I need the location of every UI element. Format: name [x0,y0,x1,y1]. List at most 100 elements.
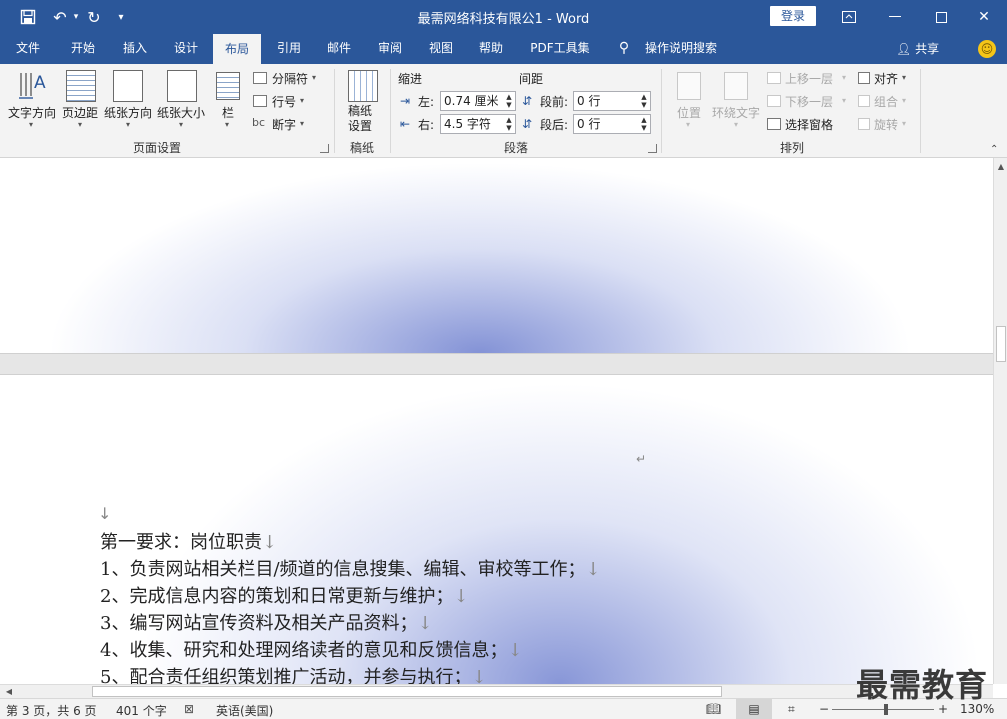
spacing-before-input[interactable]: 0 行 ▲ ▼ [573,91,651,111]
document-line[interactable]: 2、完成信息内容的策划和日常更新与维护；↓ [100,582,469,608]
wrap-text-icon [724,72,748,100]
chevron-down-icon: ▾ [300,96,305,105]
chevron-down-icon: ▾ [78,120,83,129]
tab-insert[interactable]: 插入 [112,34,158,64]
manuscript-group-label: 稿纸 [349,141,374,155]
word-count[interactable]: 401 个字 [116,702,167,719]
group-separator [661,69,662,153]
line-text: 第一要求：岗位职责 [100,532,262,553]
tell-me-search[interactable]: 操作说明搜索 [638,34,724,64]
tab-layout[interactable]: 布局 [213,34,261,64]
document-line[interactable]: 4、收集、研究和处理网络读者的意见和反馈信息；↓ [100,636,523,662]
line-numbers-icon [253,95,267,107]
line-break-mark: ↓ [417,613,433,634]
page-setup-launcher-icon[interactable] [320,144,329,153]
hyphenation-label: 断字 [272,118,297,132]
scroll-left-icon[interactable]: ◀ [2,685,16,699]
chevron-down-icon: ▾ [126,120,131,129]
maximize-icon[interactable] [918,0,964,34]
spacing-after-value: 0 行 [577,117,601,131]
text-direction-label: 文字方向 [8,106,57,120]
chevron-down-icon: ▾ [312,73,317,82]
person-icon: 👤︎ [896,42,912,56]
spinner-arrows-icon[interactable]: ▲ ▼ [639,116,649,132]
tab-mailings[interactable]: 邮件 [316,34,362,64]
print-layout-icon[interactable]: ▤ [736,699,772,719]
document-line[interactable]: 1、负责网站相关栏目/频道的信息搜集、编辑、审校等工作；↓ [100,555,601,581]
tab-design[interactable]: 设计 [163,34,209,64]
document-canvas[interactable]: ↵ ↓ 第一要求：岗位职责↓ 1、负责网站相关栏目/频道的信息搜集、编辑、审校等… [0,158,993,684]
feedback-smiley-icon[interactable]: ☺ [978,40,996,58]
document-line[interactable]: 5、配合责任组织策划推广活动，并参与执行；↓ [100,663,487,684]
breaks-label: 分隔符 [272,72,309,86]
selection-pane-label: 选择窗格 [785,118,834,132]
send-backward-label: 下移一层 [785,95,834,109]
indent-left-input[interactable]: 0.74 厘米 ▲ ▼ [440,91,516,111]
spinner-arrows-icon[interactable]: ▲ ▼ [639,93,649,109]
line-text: 2、完成信息内容的策划和日常更新与维护； [100,586,454,607]
chevron-down-icon: ▾ [902,73,907,82]
login-button[interactable]: 登录 [770,6,816,26]
ribbon-tabs: 文件 开始 插入 设计 布局 引用 邮件 审阅 视图 帮助 PDF工具集 ⚲ 操… [0,34,1007,64]
wrap-text-label: 环绕文字 [712,106,761,120]
document-line[interactable]: 第一要求：岗位职责↓ [100,528,277,554]
watermark-logo: 最需教育 [856,666,989,704]
document-line[interactable]: 3、编写网站宣传资料及相关产品资料；↓ [100,609,433,635]
position-label: 位置 [677,106,702,120]
proofing-icon[interactable]: ⊠ [184,702,194,716]
tab-review[interactable]: 审阅 [367,34,413,64]
spacing-after-input[interactable]: 0 行 ▲ ▼ [573,114,651,134]
tab-view[interactable]: 视图 [418,34,464,64]
chevron-down-icon: ▾ [179,120,184,129]
paragraph-group-label: 段落 [503,141,528,155]
spinner-arrows-icon[interactable]: ▲ ▼ [504,93,514,109]
bring-forward-label: 上移一层 [785,72,834,86]
language-indicator[interactable]: 英语(美国) [216,702,273,719]
manuscript-icon [348,70,378,102]
text-direction-icon: A [18,70,48,102]
scroll-up-icon[interactable]: ▲ [994,160,1007,174]
tab-pdf-tools[interactable]: PDF工具集 [524,34,596,64]
arrange-group-label: 排列 [779,141,804,155]
minimize-icon[interactable] [872,0,918,34]
indent-left-label: 左: [418,95,435,109]
tab-references[interactable]: 引用 [266,34,312,64]
zoom-out-icon[interactable]: − [819,702,829,716]
paragraph-launcher-icon[interactable] [648,144,657,153]
vertical-scrollbar[interactable]: ▲ [993,158,1007,684]
tab-file[interactable]: 文件 [6,34,50,64]
group-separator [920,69,921,153]
line-numbers-label: 行号 [272,95,297,109]
indent-right-label: 右: [418,118,435,132]
lightbulb-icon: ⚲ [618,40,630,56]
title-bar: ↶ ▾ ↻ ▾ 最需网络科技有限公1 - Word 登录 ✕ [0,0,1007,34]
close-icon[interactable]: ✕ [961,0,1007,34]
tab-home[interactable]: 开始 [60,34,106,64]
web-layout-icon[interactable]: ⌗ [788,702,795,717]
zoom-slider[interactable] [832,709,934,710]
share-button[interactable]: 👤︎ 共享 [896,40,939,57]
read-mode-icon[interactable]: 📖︎ [706,702,721,716]
collapse-ribbon-icon[interactable]: ⌃ [990,144,998,155]
spacing-after-icon: ⇵ [522,117,533,131]
indent-left-value: 0.74 厘米 [444,94,499,108]
spinner-arrows-icon[interactable]: ▲ ▼ [504,116,514,132]
tab-help[interactable]: 帮助 [468,34,514,64]
page-background [0,158,993,353]
chevron-down-icon: ▾ [300,119,305,128]
ribbon-display-options-icon[interactable] [826,0,872,34]
chevron-down-icon: ▾ [842,96,847,105]
svg-text:A: A [34,73,46,93]
horizontal-scrollbar[interactable]: ◀ [0,684,993,698]
indent-right-input[interactable]: 4.5 字符 ▲ ▼ [440,114,516,134]
group-separator [334,69,335,153]
horizontal-scroll-thumb[interactable] [92,686,722,697]
position-icon [677,72,701,100]
ribbon-layout: A 文字方向 ▾ 页边距 ▾ 纸张方向 ▾ 纸张大小 ▾ 栏 ▾ 分隔符 ▾ 行… [0,64,1007,158]
page-count[interactable]: 第 3 页，共 6 页 [6,702,97,719]
paragraph-mark: ↵ [636,452,647,466]
send-backward-icon [767,95,781,107]
vertical-scroll-thumb[interactable] [996,326,1006,362]
page-setup-group-label: 页面设置 [132,141,181,155]
manuscript-setup-text: 稿纸设置 [348,104,373,133]
